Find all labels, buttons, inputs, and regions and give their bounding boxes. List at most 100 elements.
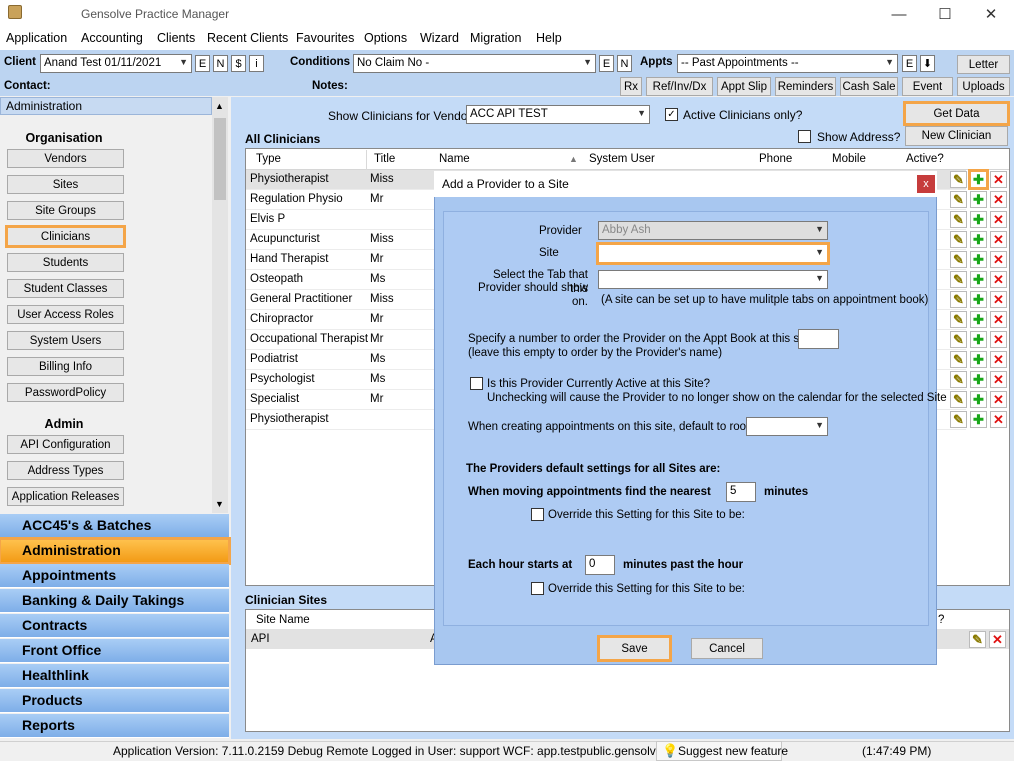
letter-button[interactable]: Letter (957, 55, 1010, 74)
add-site-icon[interactable]: ✚ (970, 391, 987, 408)
edit-pencil-icon[interactable]: ✎ (950, 411, 967, 428)
col-phone[interactable]: Phone (759, 153, 792, 165)
add-site-icon[interactable]: ✚ (970, 311, 987, 328)
override-hour-checkbox[interactable] (531, 582, 544, 595)
active-only-checkbox[interactable]: ✓ (665, 108, 678, 121)
delete-icon[interactable]: ✕ (990, 211, 1007, 228)
cash-sale-button[interactable]: Cash Sale (840, 77, 898, 96)
nav-contracts[interactable]: Contracts (0, 614, 229, 638)
delete-icon[interactable]: ✕ (990, 271, 1007, 288)
add-site-icon[interactable]: ✚ (970, 271, 987, 288)
sidebar-item-user-access-roles[interactable]: User Access Roles (7, 305, 124, 324)
menu-accounting[interactable]: Accounting (81, 31, 143, 45)
add-site-icon[interactable]: ✚ (970, 331, 987, 348)
nav-front-office[interactable]: Front Office (0, 639, 229, 663)
menu-help[interactable]: Help (536, 31, 562, 45)
delete-icon[interactable]: ✕ (990, 331, 1007, 348)
site-select[interactable]: ▼ (596, 242, 830, 265)
delete-icon[interactable]: ✕ (990, 231, 1007, 248)
hour-input[interactable]: 0 (585, 555, 615, 575)
col-site-name[interactable]: Site Name (256, 614, 310, 626)
client-select[interactable]: Anand Test 01/11/2021 ▼ (40, 54, 192, 73)
nav-appointments[interactable]: Appointments (0, 564, 229, 588)
menu-migration[interactable]: Migration (470, 31, 521, 45)
edit-pencil-icon[interactable]: ✎ (950, 191, 967, 208)
edit-pencil-icon[interactable]: ✎ (950, 231, 967, 248)
edit-pencil-icon[interactable]: ✎ (950, 271, 967, 288)
delete-icon[interactable]: ✕ (990, 411, 1007, 428)
new-clinician-button[interactable]: New Clinician (905, 126, 1008, 146)
add-site-icon[interactable]: ✚ (970, 411, 987, 428)
menu-clients[interactable]: Clients (157, 31, 195, 45)
delete-icon[interactable]: ✕ (990, 311, 1007, 328)
conditions-new-button[interactable]: N (617, 55, 632, 72)
minimize-icon[interactable]: — (876, 0, 922, 28)
appts-edit-button[interactable]: E (902, 55, 917, 72)
add-site-icon[interactable]: ✚ (970, 191, 987, 208)
add-site-icon[interactable]: ✚ (970, 251, 987, 268)
sidebar-item-system-users[interactable]: System Users (7, 331, 124, 350)
client-new-button[interactable]: N (213, 55, 228, 72)
edit-pencil-icon[interactable]: ✎ (950, 371, 967, 388)
nav-healthlink[interactable]: Healthlink (0, 664, 229, 688)
ref-inv-dx-button[interactable]: Ref/Inv/Dx (646, 77, 713, 96)
sidebar-item-students[interactable]: Students (7, 253, 124, 272)
edit-pencil-icon[interactable]: ✎ (950, 171, 967, 188)
menu-recent-clients[interactable]: Recent Clients (207, 31, 288, 45)
edit-pencil-icon[interactable]: ✎ (969, 631, 986, 648)
edit-pencil-icon[interactable]: ✎ (950, 391, 967, 408)
uploads-button[interactable]: Uploads (957, 77, 1010, 96)
tab-select[interactable]: ▼ (598, 270, 828, 289)
client-edit-button[interactable]: E (195, 55, 210, 72)
sidebar-item-billing-info[interactable]: Billing Info (7, 357, 124, 376)
delete-icon[interactable]: ✕ (990, 251, 1007, 268)
edit-pencil-icon[interactable]: ✎ (950, 351, 967, 368)
add-site-icon[interactable]: ✚ (970, 351, 987, 368)
delete-icon[interactable]: ✕ (990, 351, 1007, 368)
edit-pencil-icon[interactable]: ✎ (950, 251, 967, 268)
conditions-edit-button[interactable]: E (599, 55, 614, 72)
sidebar-item-site-groups[interactable]: Site Groups (7, 201, 124, 220)
edit-pencil-icon[interactable]: ✎ (950, 331, 967, 348)
col-active[interactable]: Active? (906, 153, 944, 165)
sidebar-item-address-types[interactable]: Address Types (7, 461, 124, 480)
col-site-flag[interactable]: ? (938, 614, 944, 626)
col-name[interactable]: Name (439, 153, 470, 165)
override-moving-checkbox[interactable] (531, 508, 544, 521)
nav-acc45-batches[interactable]: ACC45's & Batches (0, 514, 229, 538)
nav-administration[interactable]: Administration (0, 537, 231, 565)
delete-icon[interactable]: ✕ (990, 391, 1007, 408)
nav-banking-daily-takings[interactable]: Banking & Daily Takings (0, 589, 229, 613)
dialog-close-icon[interactable]: x (917, 175, 935, 193)
reminders-button[interactable]: Reminders (775, 77, 836, 96)
rx-button[interactable]: Rx (620, 77, 642, 96)
scroll-down-icon[interactable]: ▼ (215, 499, 224, 509)
moving-input[interactable]: 5 (726, 482, 756, 502)
col-type[interactable]: Type (256, 153, 281, 165)
delete-icon[interactable]: ✕ (989, 631, 1006, 648)
appts-select[interactable]: -- Past Appointments -- ▼ (677, 54, 898, 73)
add-site-icon[interactable]: ✚ (970, 231, 987, 248)
col-mobile[interactable]: Mobile (832, 153, 866, 165)
delete-icon[interactable]: ✕ (990, 291, 1007, 308)
edit-pencil-icon[interactable]: ✎ (950, 211, 967, 228)
room-select[interactable]: ▼ (746, 417, 828, 436)
get-data-button[interactable]: Get Data (903, 101, 1010, 126)
edit-pencil-icon[interactable]: ✎ (950, 291, 967, 308)
delete-icon[interactable]: ✕ (990, 191, 1007, 208)
add-site-icon[interactable]: ✚ (970, 371, 987, 388)
col-title[interactable]: Title (374, 153, 395, 165)
close-window-icon[interactable]: ✕ (968, 0, 1014, 28)
sidebar-item-password-policy[interactable]: PasswordPolicy (7, 383, 124, 402)
sidebar-item-application-releases[interactable]: Application Releases (7, 487, 124, 506)
show-address-checkbox[interactable] (798, 130, 811, 143)
sidebar-item-student-classes[interactable]: Student Classes (7, 279, 124, 298)
scroll-up-icon[interactable]: ▲ (215, 101, 224, 111)
client-billing-button[interactable]: $ (231, 55, 246, 72)
edit-pencil-icon[interactable]: ✎ (950, 311, 967, 328)
sidebar-item-api-configuration[interactable]: API Configuration (7, 435, 124, 454)
sidebar-item-vendors[interactable]: Vendors (7, 149, 124, 168)
nav-reports[interactable]: Reports (0, 714, 229, 738)
add-site-icon[interactable]: ✚ (970, 291, 987, 308)
menu-favourites[interactable]: Favourites (296, 31, 354, 45)
